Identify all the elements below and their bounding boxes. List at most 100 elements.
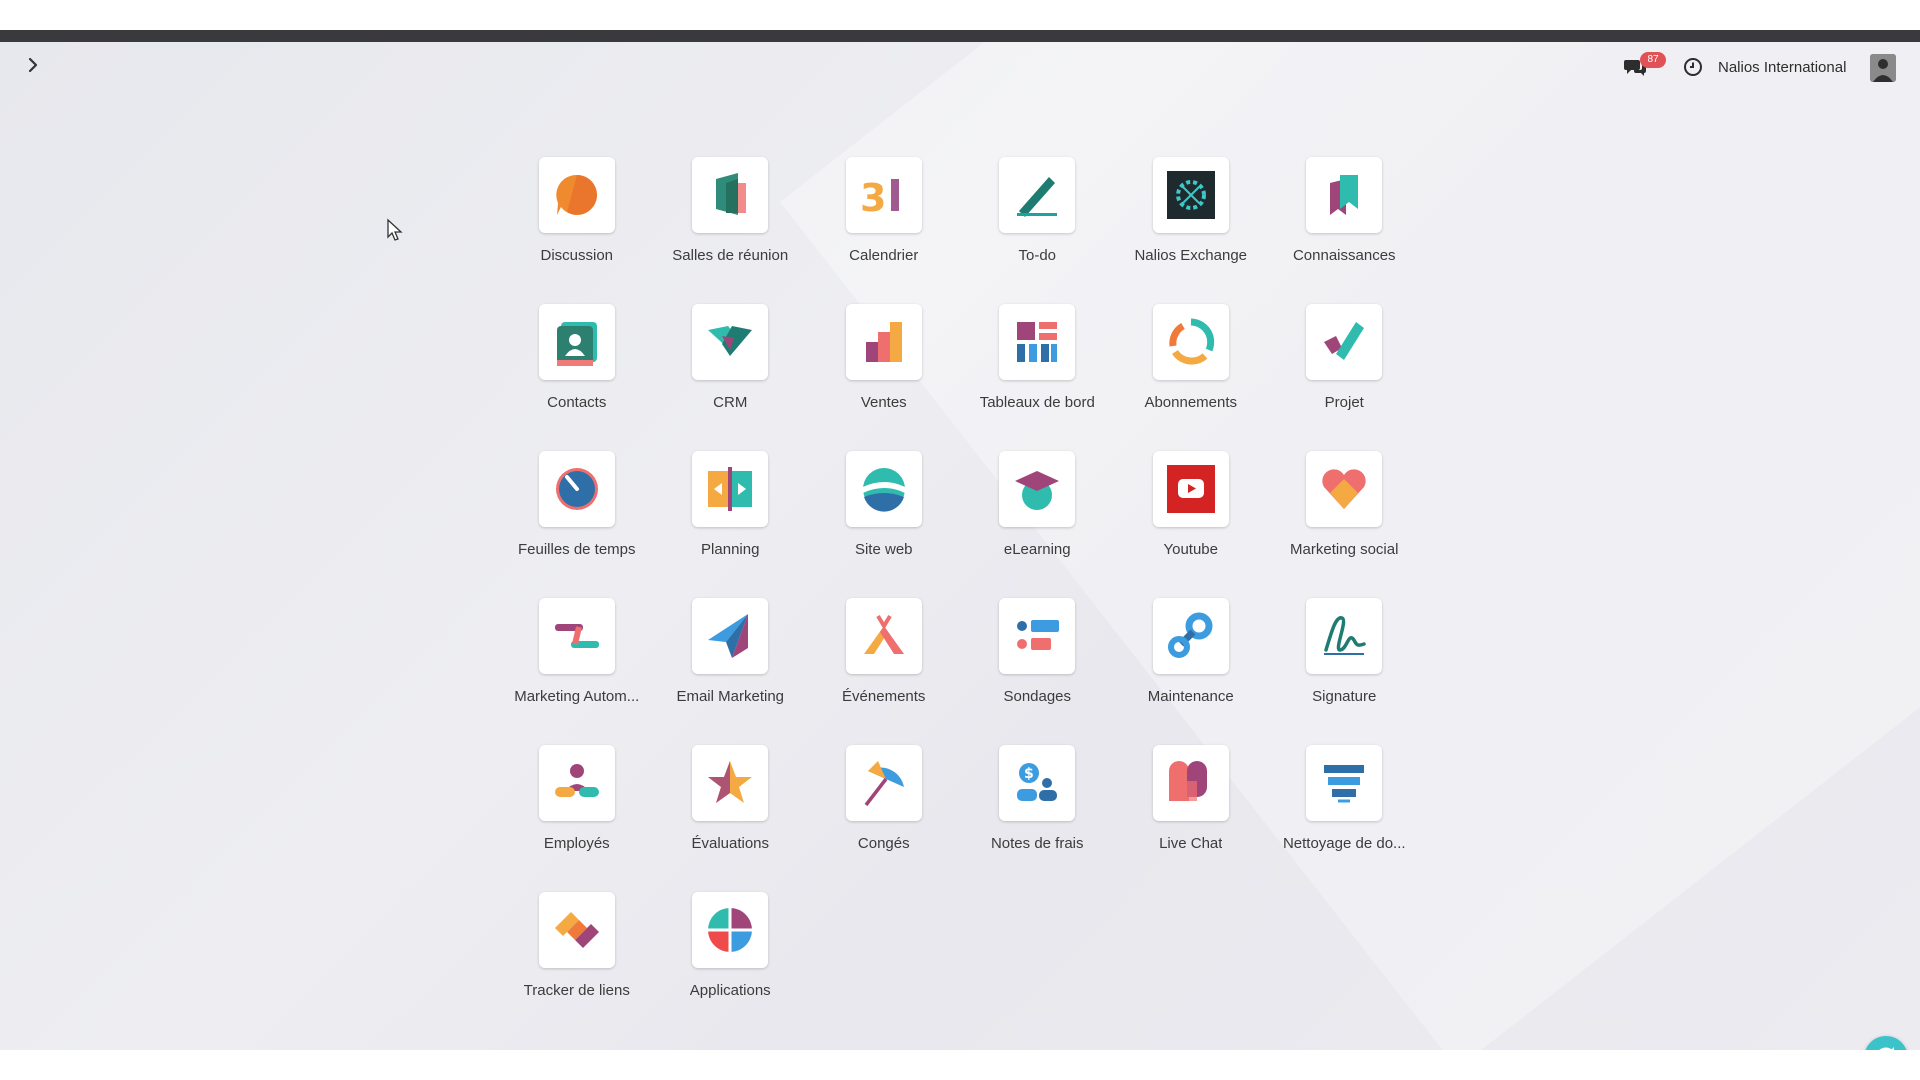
app-youtube[interactable]: Youtube — [1114, 451, 1268, 598]
app-conges[interactable]: Congés — [807, 745, 961, 892]
app-connaissances[interactable]: Connaissances — [1268, 157, 1422, 304]
chat-badge: 87 — [1640, 52, 1666, 68]
app-salles-de-reunion[interactable]: Salles de réunion — [654, 157, 808, 304]
refresh-icon[interactable] — [1864, 1036, 1908, 1050]
app-label: Connaissances — [1292, 247, 1396, 264]
time-off-icon — [845, 745, 922, 821]
app-label: Calendrier — [849, 247, 919, 264]
app-sondages[interactable]: Sondages — [961, 598, 1115, 745]
svg-text:$: $ — [1024, 766, 1034, 782]
elearning-icon — [999, 451, 1076, 527]
app-email-marketing[interactable]: Email Marketing — [654, 598, 808, 745]
app-crm[interactable]: CRM — [654, 304, 808, 451]
home-screen: 87 Nalios International Discussion Salle… — [0, 42, 1920, 1050]
discussion-icon — [538, 157, 615, 233]
app-label: Site web — [854, 541, 913, 558]
app-label: Événements — [842, 688, 926, 705]
app-evenements[interactable]: Événements — [807, 598, 961, 745]
app-label: Marketing social — [1290, 541, 1399, 558]
app-nettoyage-de-donnees[interactable]: Nettoyage de do... — [1268, 745, 1422, 892]
meeting-room-icon — [692, 157, 769, 233]
app-label: Sondages — [1003, 688, 1072, 705]
app-tableaux-de-bord[interactable]: Tableaux de bord — [961, 304, 1115, 451]
events-icon — [845, 598, 922, 674]
chevron-right-icon[interactable] — [22, 54, 44, 76]
project-icon — [1306, 304, 1383, 380]
app-label: Ventes — [860, 394, 907, 411]
app-label: Tableaux de bord — [979, 394, 1095, 411]
app-label: Nettoyage de do... — [1282, 835, 1406, 852]
crm-icon — [692, 304, 769, 380]
app-label: Applications — [689, 982, 771, 999]
surveys-icon — [999, 598, 1076, 674]
marketing-automation-icon — [538, 598, 615, 674]
app-live-chat[interactable]: Live Chat — [1114, 745, 1268, 892]
dashboards-icon — [999, 304, 1076, 380]
contacts-icon — [538, 304, 615, 380]
app-to-do[interactable]: To-do — [961, 157, 1115, 304]
svg-text:3: 3 — [860, 176, 886, 220]
app-evaluations[interactable]: Évaluations — [654, 745, 808, 892]
app-discussion[interactable]: Discussion — [500, 157, 654, 304]
app-marketing-social[interactable]: Marketing social — [1268, 451, 1422, 598]
calendar-icon: 3 — [845, 157, 922, 233]
app-label: Maintenance — [1147, 688, 1234, 705]
app-tracker-de-liens[interactable]: Tracker de liens — [500, 892, 654, 1039]
app-abonnements[interactable]: Abonnements — [1114, 304, 1268, 451]
app-label: CRM — [713, 394, 748, 411]
email-marketing-icon — [692, 598, 769, 674]
app-employes[interactable]: Employés — [500, 745, 654, 892]
app-notes-de-frais[interactable]: $ Notes de frais — [961, 745, 1115, 892]
knowledge-icon — [1306, 157, 1383, 233]
sales-icon — [845, 304, 922, 380]
app-label: Projet — [1324, 394, 1364, 411]
app-contacts[interactable]: Contacts — [500, 304, 654, 451]
app-label: Salles de réunion — [672, 247, 789, 264]
app-label: eLearning — [1003, 541, 1071, 558]
app-label: Email Marketing — [676, 688, 785, 705]
app-planning[interactable]: Planning — [654, 451, 808, 598]
avatar[interactable] — [1870, 54, 1896, 82]
timesheets-icon — [538, 451, 615, 527]
exchange-icon — [1152, 157, 1229, 233]
appraisals-icon — [692, 745, 769, 821]
clock-icon[interactable] — [1682, 56, 1704, 78]
app-nalios-exchange[interactable]: Nalios Exchange — [1114, 157, 1268, 304]
subscriptions-icon — [1152, 304, 1229, 380]
app-ventes[interactable]: Ventes — [807, 304, 961, 451]
app-label: Youtube — [1163, 541, 1218, 558]
company-switcher[interactable]: Nalios International — [1718, 59, 1846, 76]
app-maintenance[interactable]: Maintenance — [1114, 598, 1268, 745]
app-label: Discussion — [540, 247, 614, 264]
app-elearning[interactable]: eLearning — [961, 451, 1115, 598]
navbar: 87 Nalios International — [0, 42, 1920, 92]
app-label: Feuilles de temps — [517, 541, 636, 558]
app-label: Marketing Autom... — [514, 688, 640, 705]
app-label: Signature — [1312, 688, 1377, 705]
app-label: Planning — [701, 541, 760, 558]
app-site-web[interactable]: Site web — [807, 451, 961, 598]
app-feuilles-de-temps[interactable]: Feuilles de temps — [500, 451, 654, 598]
app-label: Évaluations — [691, 835, 770, 852]
app-label: Live Chat — [1159, 835, 1223, 852]
maintenance-icon — [1152, 598, 1229, 674]
app-label: Notes de frais — [990, 835, 1084, 852]
app-label: Contacts — [547, 394, 607, 411]
app-label: Congés — [857, 835, 910, 852]
app-signature[interactable]: Signature — [1268, 598, 1422, 745]
data-cleaning-icon — [1306, 745, 1383, 821]
mouse-cursor-icon — [386, 218, 404, 242]
app-calendrier[interactable]: 3 Calendrier — [807, 157, 961, 304]
app-applications[interactable]: Applications — [654, 892, 808, 1039]
app-marketing-automation[interactable]: Marketing Autom... — [500, 598, 654, 745]
social-marketing-icon — [1306, 451, 1383, 527]
link-tracker-icon — [538, 892, 615, 968]
app-label: Abonnements — [1144, 394, 1238, 411]
youtube-icon — [1152, 451, 1229, 527]
employees-icon — [538, 745, 615, 821]
todo-icon — [999, 157, 1076, 233]
planning-icon — [692, 451, 769, 527]
signature-icon — [1306, 598, 1383, 674]
app-projet[interactable]: Projet — [1268, 304, 1422, 451]
app-label: To-do — [1018, 247, 1057, 264]
